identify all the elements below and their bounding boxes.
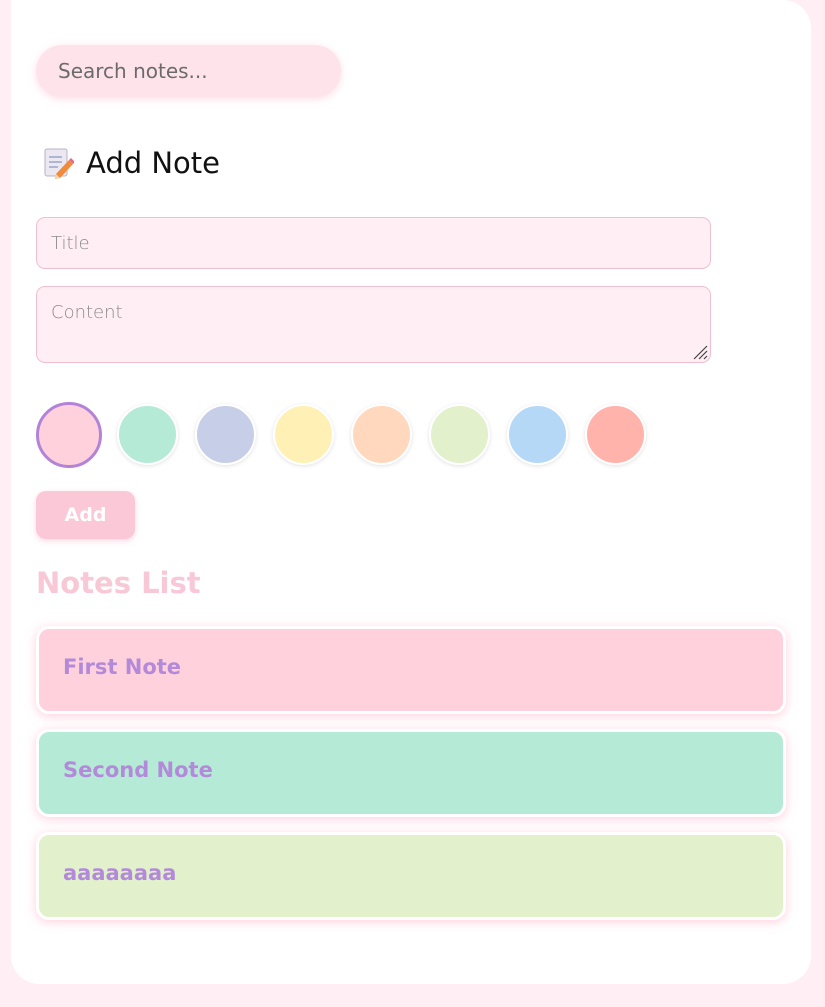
color-swatch[interactable] bbox=[273, 404, 334, 465]
add-button[interactable]: Add bbox=[36, 491, 135, 539]
title-input[interactable] bbox=[36, 217, 711, 269]
memo-icon bbox=[42, 146, 75, 180]
color-swatch[interactable] bbox=[117, 404, 178, 465]
note-title: aaaaaaaa bbox=[63, 861, 177, 885]
note-title: First Note bbox=[63, 655, 182, 679]
color-picker bbox=[36, 402, 646, 468]
add-note-heading: Add Note bbox=[42, 146, 220, 180]
search-input[interactable] bbox=[36, 45, 341, 97]
resize-handle-icon[interactable] bbox=[690, 342, 708, 360]
color-swatch[interactable] bbox=[507, 404, 568, 465]
color-swatch[interactable] bbox=[36, 402, 102, 468]
notes-list-title: Notes List bbox=[36, 566, 201, 600]
note-card[interactable]: Second Note bbox=[36, 729, 786, 817]
color-swatch[interactable] bbox=[585, 404, 646, 465]
note-title: Second Note bbox=[63, 758, 213, 782]
note-card[interactable]: aaaaaaaa bbox=[36, 832, 786, 920]
note-card[interactable]: First Note bbox=[36, 626, 786, 714]
color-swatch[interactable] bbox=[429, 404, 490, 465]
color-swatch[interactable] bbox=[351, 404, 412, 465]
content-textarea[interactable] bbox=[36, 286, 711, 363]
add-note-title: Add Note bbox=[86, 146, 221, 180]
color-swatch[interactable] bbox=[195, 404, 256, 465]
